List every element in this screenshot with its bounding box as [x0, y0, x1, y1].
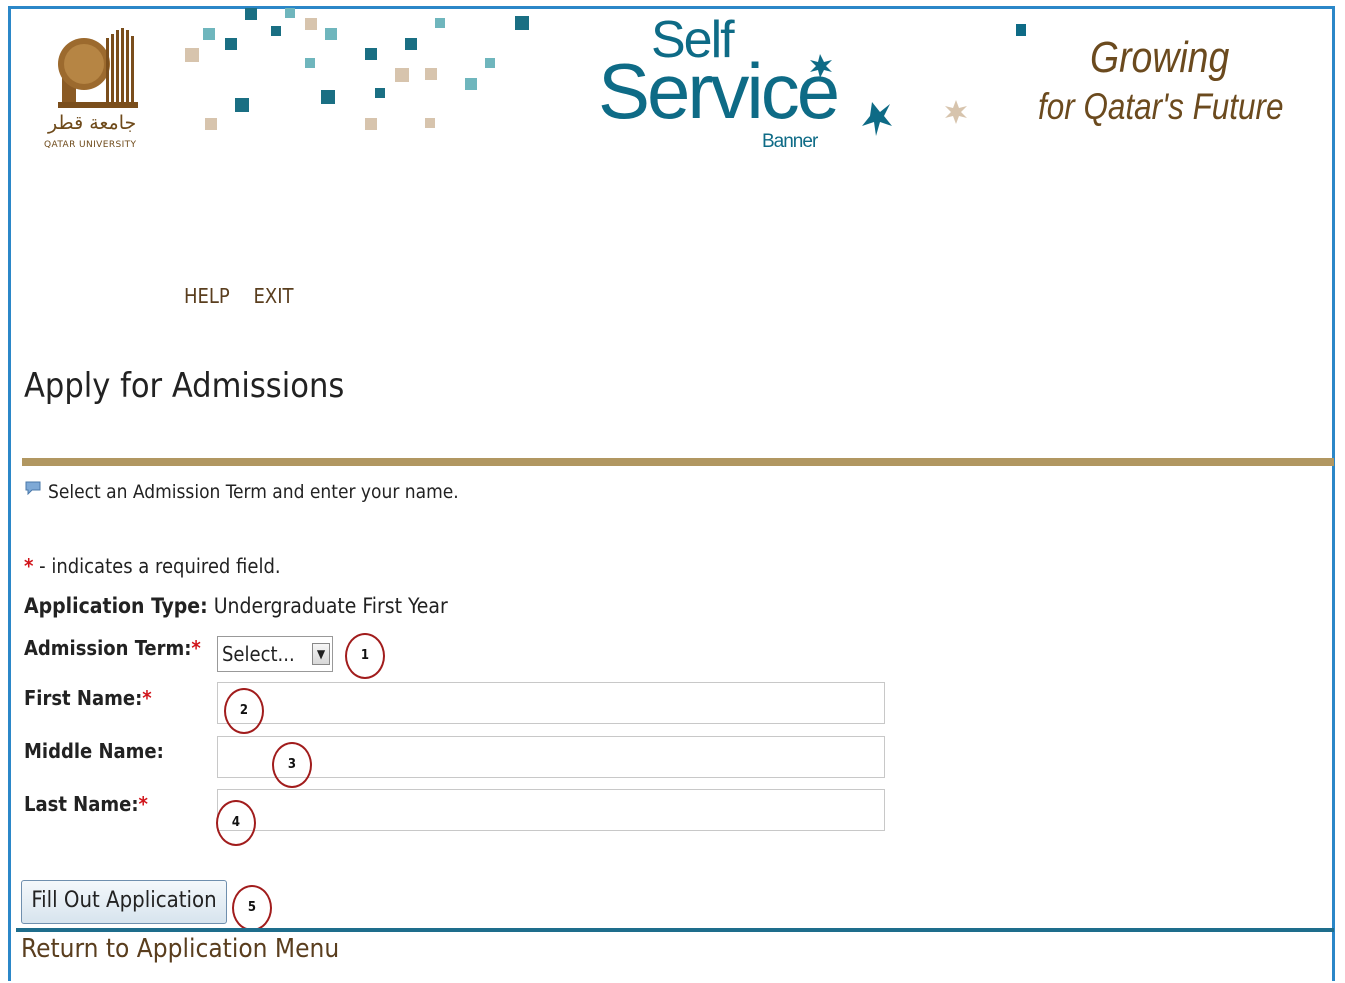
info-speech-bubble-icon: [25, 481, 41, 495]
exit-link[interactable]: EXIT: [254, 284, 294, 308]
callout-badge-5: 5: [232, 885, 272, 931]
admission-term-label-row: Admission Term:*: [24, 636, 201, 660]
required-star-icon: *: [138, 792, 148, 816]
callout-badge-4: 4: [216, 800, 256, 846]
admission-term-select[interactable]: Select... ▼: [217, 636, 333, 672]
first-name-label: First Name:: [24, 686, 143, 710]
info-instruction: Select an Admission Term and enter your …: [48, 481, 459, 503]
required-star-icon: *: [191, 636, 201, 660]
help-link[interactable]: HELP: [184, 284, 230, 308]
middle-name-label-row: Middle Name:: [24, 739, 164, 763]
decorative-pattern: [185, 8, 529, 130]
chevron-down-icon[interactable]: ▼: [312, 643, 330, 665]
middle-name-field[interactable]: [217, 736, 885, 778]
middle-name-label: Middle Name:: [24, 739, 164, 763]
required-note: * - indicates a required field.: [24, 554, 281, 578]
admission-term-selected-value: Select...: [222, 642, 295, 666]
decorative-stars: [810, 24, 1026, 136]
callout-badge-1: 1: [345, 633, 385, 679]
application-type-value: Undergraduate First Year: [213, 594, 448, 618]
last-name-field[interactable]: [217, 789, 885, 831]
application-type-row: Application Type: Undergraduate First Ye…: [24, 594, 448, 618]
tagline-future: for Qatar's Future: [1038, 86, 1284, 127]
footer-divider: [16, 928, 1334, 932]
last-name-label: Last Name:: [24, 792, 139, 816]
callout-badge-2: 2: [224, 688, 264, 734]
application-type-label: Application Type:: [24, 594, 208, 618]
title-divider: [22, 458, 1334, 466]
required-note-text: - indicates a required field.: [33, 554, 281, 578]
first-name-field[interactable]: [217, 682, 885, 724]
top-nav: HELP EXIT: [184, 284, 311, 308]
callout-badge-3: 3: [272, 742, 312, 788]
required-star-icon: *: [142, 686, 152, 710]
return-to-application-menu-link[interactable]: Return to Application Menu: [21, 934, 339, 964]
fill-out-application-button[interactable]: Fill Out Application: [21, 880, 227, 924]
tagline-growing: Growing: [1090, 33, 1230, 82]
admission-term-label: Admission Term:: [24, 636, 192, 660]
first-name-label-row: First Name:*: [24, 686, 152, 710]
required-star-icon: *: [24, 554, 34, 578]
page-title: Apply for Admissions: [24, 366, 345, 406]
logo-english-text: QATAR UNIVERSITY: [44, 140, 137, 150]
logo-arabic-text: جامعة قطر: [48, 112, 137, 134]
last-name-label-row: Last Name:*: [24, 792, 148, 816]
